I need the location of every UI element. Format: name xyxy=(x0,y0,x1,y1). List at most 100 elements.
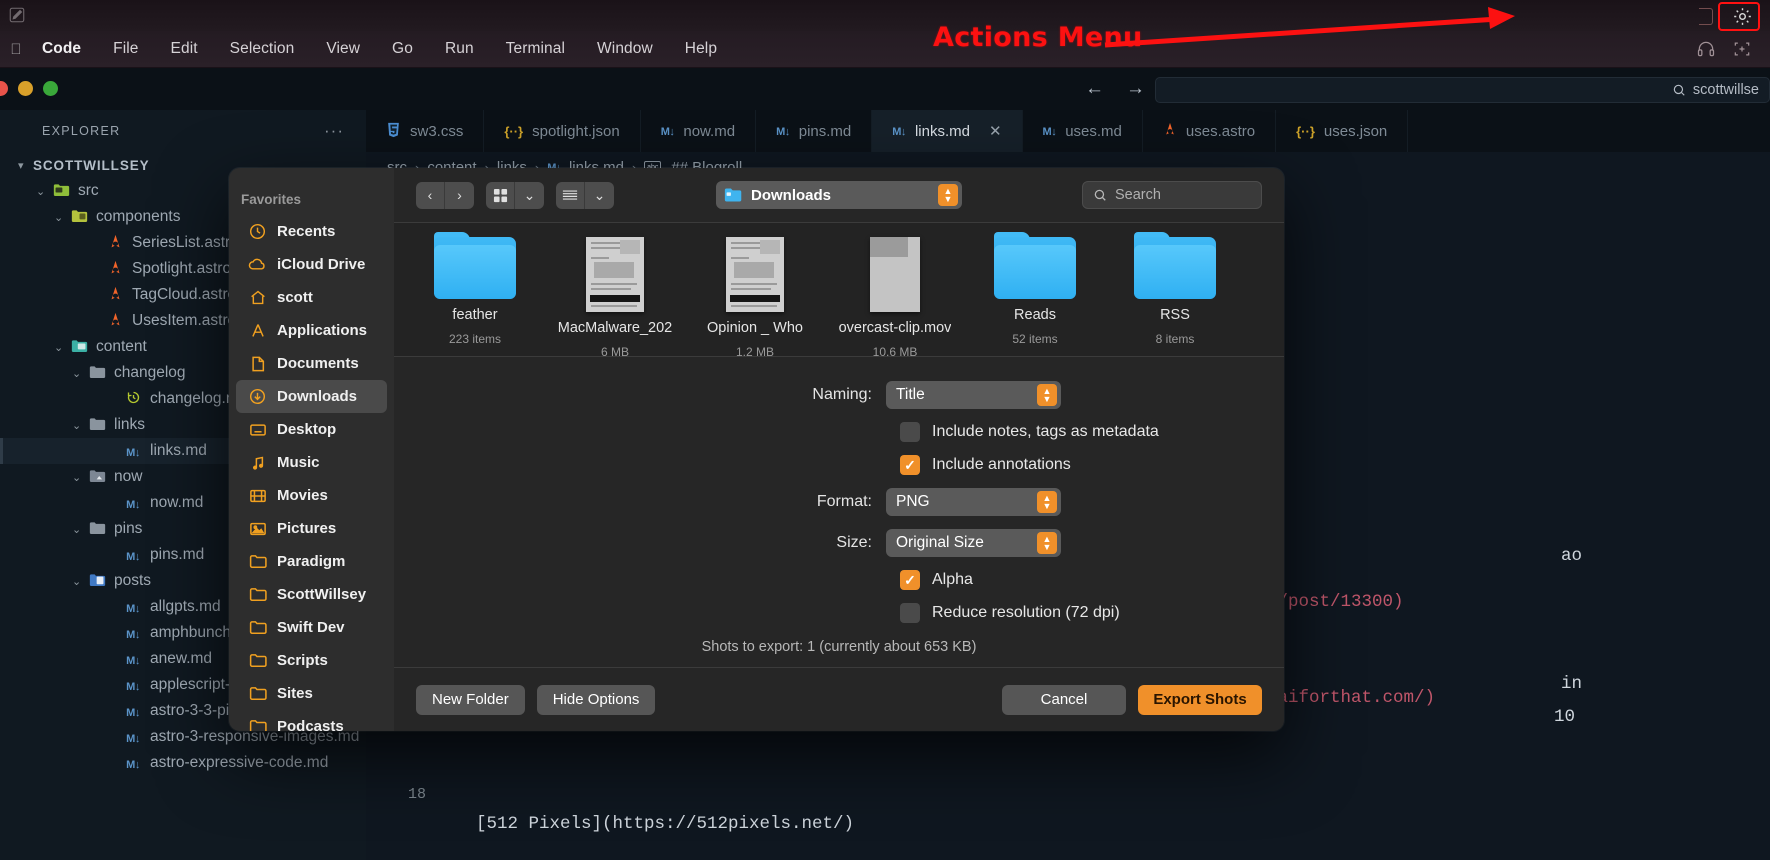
close-window-button[interactable] xyxy=(0,81,8,96)
editor-tab[interactable]: M↓ now.md xyxy=(641,110,757,152)
favorites-item[interactable]: Pictures xyxy=(236,512,387,545)
file-item[interactable]: overcast-clip.mov 10.6 MB xyxy=(834,237,956,356)
alpha-row[interactable]: ✓ Alpha xyxy=(394,570,1284,590)
favorites-item[interactable]: Recents xyxy=(236,215,387,248)
include-annotations-checkbox[interactable]: ✓ xyxy=(900,455,920,475)
dialog-search-input[interactable]: Search xyxy=(1082,181,1262,209)
hide-options-button[interactable]: Hide Options xyxy=(536,684,656,715)
naming-select[interactable]: Title ▲ ▼ xyxy=(886,381,1061,409)
menu-item-go[interactable]: Go xyxy=(376,40,429,58)
tree-item-label: components xyxy=(96,208,181,225)
favorites-item[interactable]: Podcasts xyxy=(236,710,387,731)
file-item[interactable]: RSS 8 items xyxy=(1114,232,1236,346)
file-item[interactable]: MacMalware_202 6 MB xyxy=(554,237,676,356)
menu-item-window[interactable]: Window xyxy=(581,40,669,58)
reduce-resolution-row[interactable]: Reduce resolution (72 dpi) xyxy=(394,603,1284,623)
command-center-search[interactable]: scottwillse xyxy=(1155,77,1770,103)
favorites-item[interactable]: Downloads xyxy=(236,380,387,413)
icon-view-icon[interactable] xyxy=(486,181,515,209)
chevron-down-icon[interactable]: ⌄ xyxy=(72,471,87,484)
editor-tab[interactable]: M↓ links.md ✕ xyxy=(872,110,1023,152)
nav-forward-icon[interactable]: → xyxy=(1126,78,1145,100)
menu-item-file[interactable]: File xyxy=(97,40,154,58)
minimize-window-button[interactable] xyxy=(18,81,33,96)
chevron-down-icon[interactable]: ⌄ xyxy=(72,523,87,536)
include-metadata-row[interactable]: Include notes, tags as metadata xyxy=(394,422,1284,442)
editor-tab[interactable]: uses.astro xyxy=(1143,110,1277,152)
naming-stepper-icon[interactable]: ▲ ▼ xyxy=(1037,384,1057,406)
include-annotations-row[interactable]: ✓ Include annotations xyxy=(394,455,1284,475)
window-traffic-lights[interactable] xyxy=(0,81,58,96)
tree-file-row[interactable]: M↓ astro-expressive-code.md xyxy=(0,750,366,776)
screenshot-capture-icon[interactable] xyxy=(1732,39,1752,59)
file-item[interactable]: Reads 52 items xyxy=(974,232,1096,346)
explorer-more-actions-icon[interactable]: ··· xyxy=(324,121,344,141)
footer-primary-actions: Cancel Export Shots xyxy=(1002,684,1262,715)
reduce-resolution-label: Reduce resolution (72 dpi) xyxy=(932,604,1120,621)
folder-icon xyxy=(994,232,1076,299)
headphones-icon[interactable] xyxy=(1696,39,1716,59)
menu-item-help[interactable]: Help xyxy=(669,40,733,58)
favorites-item[interactable]: Paradigm xyxy=(236,545,387,578)
alpha-checkbox[interactable]: ✓ xyxy=(900,570,920,590)
format-stepper-icon[interactable]: ▲ ▼ xyxy=(1037,491,1057,513)
favorites-item[interactable]: Scripts xyxy=(236,644,387,677)
back-button[interactable]: ‹ xyxy=(416,181,445,209)
folder-stepper-icon[interactable]: ▲ ▼ xyxy=(938,184,958,206)
favorites-item[interactable]: Desktop xyxy=(236,413,387,446)
menu-item-run[interactable]: Run xyxy=(429,40,490,58)
editor-tab[interactable]: M↓ pins.md xyxy=(756,110,873,152)
tree-item-label: content xyxy=(96,338,147,355)
menu-item-terminal[interactable]: Terminal xyxy=(490,40,581,58)
list-view-icon[interactable] xyxy=(556,181,585,209)
favorites-item[interactable]: iCloud Drive xyxy=(236,248,387,281)
format-select[interactable]: PNG ▲ ▼ xyxy=(886,488,1061,516)
close-tab-icon[interactable]: ✕ xyxy=(989,122,1002,140)
favorites-item[interactable]: scott xyxy=(236,281,387,314)
cancel-button[interactable]: Cancel xyxy=(1002,684,1126,715)
screenshot-icon[interactable] xyxy=(1699,8,1713,25)
chevron-down-icon[interactable]: ▾ xyxy=(18,159,33,172)
favorites-item[interactable]: Sites xyxy=(236,677,387,710)
menu-item-code[interactable]: Code xyxy=(30,40,97,58)
chevron-down-icon[interactable]: ⌄ xyxy=(72,367,87,380)
reduce-resolution-checkbox[interactable] xyxy=(900,603,920,623)
editor-tab[interactable]: sw3.css xyxy=(366,110,485,152)
editor-tab[interactable]: {··} spotlight.json xyxy=(484,110,641,152)
menu-item-view[interactable]: View xyxy=(310,40,376,58)
favorites-item[interactable]: Music xyxy=(236,446,387,479)
chevron-down-icon[interactable]: ⌄ xyxy=(72,575,87,588)
size-select[interactable]: Original Size ▲ ▼ xyxy=(886,529,1061,557)
new-folder-button[interactable]: New Folder xyxy=(416,684,525,715)
include-metadata-checkbox[interactable] xyxy=(900,422,920,442)
favorites-item[interactable]: ScottWillsey xyxy=(236,578,387,611)
favorites-item[interactable]: Documents xyxy=(236,347,387,380)
tab-label: pins.md xyxy=(798,122,852,140)
editor-tab[interactable]: {··} uses.json xyxy=(1276,110,1409,152)
icon-view-chevron-down-icon[interactable]: ⌄ xyxy=(515,182,544,209)
export-shots-button[interactable]: Export Shots xyxy=(1138,684,1262,715)
nav-back-icon[interactable]: ← xyxy=(1085,78,1104,100)
chevron-down-icon[interactable]: ⌄ xyxy=(54,341,69,354)
gear-icon[interactable] xyxy=(1730,7,1754,26)
apple-logo-icon[interactable]:  xyxy=(6,41,26,58)
chevron-down-icon[interactable]: ⌄ xyxy=(54,211,69,224)
file-item[interactable]: Opinion _ Who 1.2 MB xyxy=(694,237,816,356)
file-item[interactable]: feather 223 items xyxy=(414,232,536,346)
favorites-item[interactable]: Swift Dev xyxy=(236,611,387,644)
favorites-item[interactable]: Movies xyxy=(236,479,387,512)
editor-tab[interactable]: M↓ uses.md xyxy=(1023,110,1143,152)
chevron-down-icon[interactable]: ⌄ xyxy=(36,185,51,198)
chevron-down-icon[interactable]: ⌄ xyxy=(72,419,87,432)
editor-navigation[interactable]: ← → xyxy=(1085,78,1145,100)
md-icon: M↓ xyxy=(126,498,140,511)
menu-item-selection[interactable]: Selection xyxy=(214,40,311,58)
maximize-window-button[interactable] xyxy=(43,81,58,96)
favorites-item[interactable]: Applications xyxy=(236,314,387,347)
folder-path-popup-button[interactable]: Downloads ▲ ▼ xyxy=(716,181,962,209)
forward-button[interactable]: › xyxy=(445,182,474,209)
menu-item-edit[interactable]: Edit xyxy=(155,40,214,58)
size-stepper-icon[interactable]: ▲ ▼ xyxy=(1037,532,1057,554)
compose-icon[interactable] xyxy=(8,6,26,24)
list-view-chevron-down-icon[interactable]: ⌄ xyxy=(585,182,614,209)
